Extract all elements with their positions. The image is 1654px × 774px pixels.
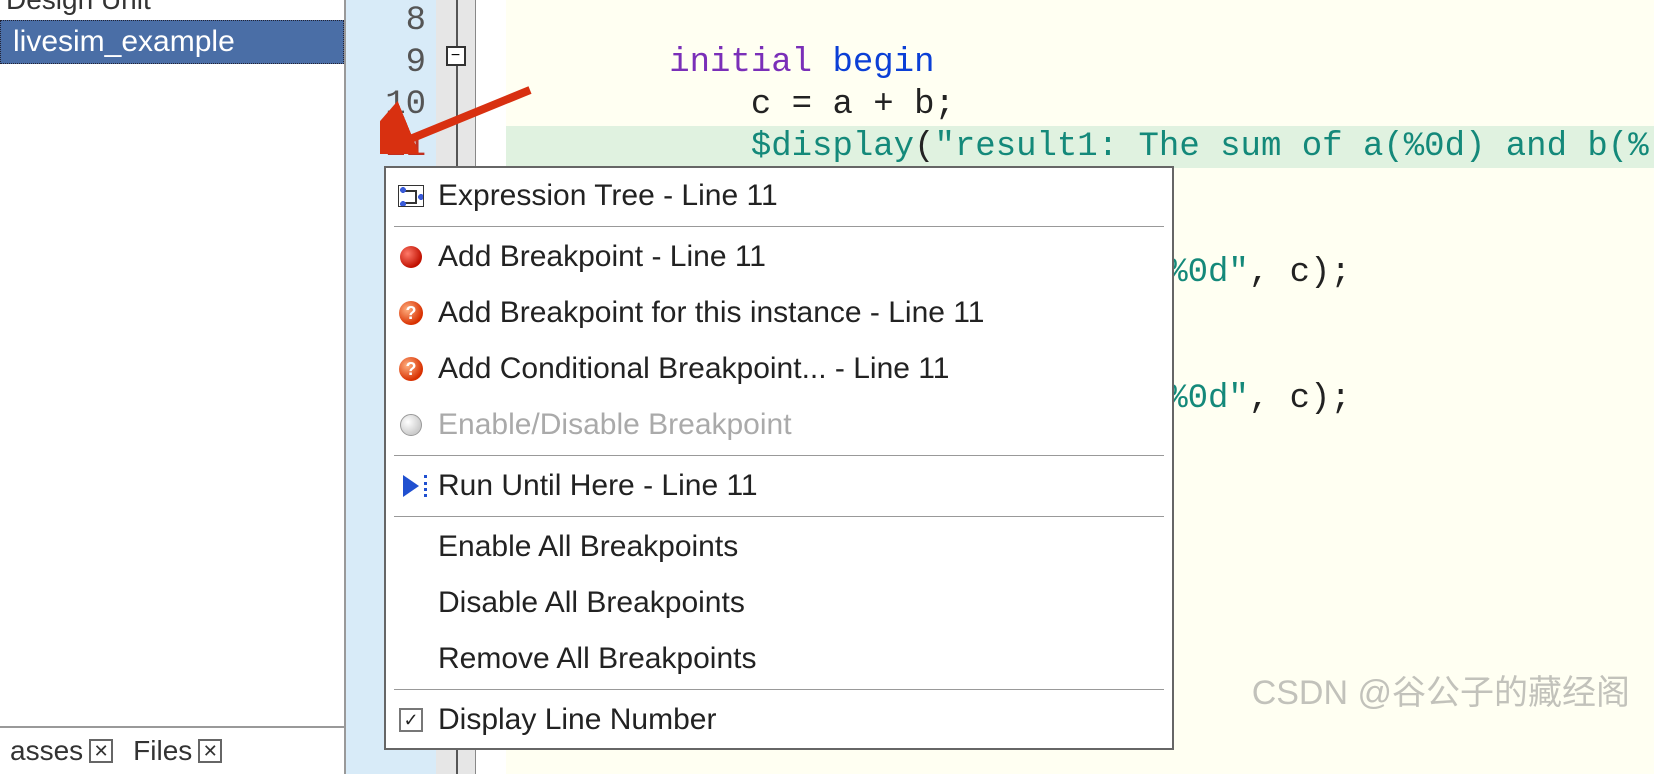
tab-classes[interactable]: asses ✕: [0, 731, 123, 771]
code-line: initial begin: [506, 42, 1654, 84]
tab-label: asses: [10, 735, 83, 767]
sidebar-header: Design Unit: [0, 0, 344, 20]
breakpoint-icon: [400, 246, 422, 268]
tab-label: Files: [133, 735, 192, 767]
menu-display-line-number[interactable]: ✓ Display Line Number: [386, 692, 1172, 748]
menu-disable-all-breakpoints[interactable]: Disable All Breakpoints: [386, 575, 1172, 631]
tab-files[interactable]: Files ✕: [123, 731, 232, 771]
menu-label: Enable All Breakpoints: [438, 530, 738, 564]
code-line: $display("result1: The sum of a(%0d) and…: [506, 126, 1654, 168]
breakpoint-disabled-icon: [400, 414, 422, 436]
fold-minus-icon[interactable]: −: [446, 46, 466, 66]
menu-label: Run Until Here - Line 11: [438, 469, 758, 503]
sidebar-tabs: asses ✕ Files ✕: [0, 726, 344, 774]
menu-add-breakpoint[interactable]: Add Breakpoint - Line 11: [386, 229, 1172, 285]
context-menu: Expression Tree - Line 11 Add Breakpoint…: [384, 166, 1174, 750]
menu-label: Add Breakpoint for this instance - Line …: [438, 296, 984, 330]
code-line: [506, 0, 1654, 42]
code-line: c = a + b;: [506, 84, 1654, 126]
question-icon: ?: [399, 301, 423, 325]
line-number[interactable]: 10: [346, 84, 426, 126]
run-icon: [403, 475, 419, 497]
sidebar-item-livesim[interactable]: livesim_example: [0, 20, 344, 64]
menu-remove-all-breakpoints[interactable]: Remove All Breakpoints: [386, 631, 1172, 687]
menu-enable-disable-breakpoint: Enable/Disable Breakpoint: [386, 397, 1172, 453]
checkbox-checked-icon: ✓: [399, 708, 423, 732]
menu-add-conditional-breakpoint[interactable]: ? Add Conditional Breakpoint... - Line 1…: [386, 341, 1172, 397]
menu-label: Display Line Number: [438, 703, 716, 737]
line-number[interactable]: 11: [346, 126, 426, 168]
menu-enable-all-breakpoints[interactable]: Enable All Breakpoints: [386, 519, 1172, 575]
menu-expression-tree[interactable]: Expression Tree - Line 11: [386, 168, 1172, 224]
sidebar: Design Unit livesim_example asses ✕ File…: [0, 0, 346, 774]
menu-label: Add Breakpoint - Line 11: [438, 240, 766, 274]
menu-label: Remove All Breakpoints: [438, 642, 757, 676]
line-number[interactable]: 9: [346, 42, 426, 84]
tree-icon: [398, 185, 424, 207]
question-icon: ?: [399, 357, 423, 381]
menu-label: Expression Tree - Line 11: [438, 179, 778, 213]
menu-label: Disable All Breakpoints: [438, 586, 745, 620]
menu-label: Enable/Disable Breakpoint: [438, 408, 792, 442]
line-number[interactable]: 8: [346, 0, 426, 42]
menu-add-breakpoint-instance[interactable]: ? Add Breakpoint for this instance - Lin…: [386, 285, 1172, 341]
close-icon[interactable]: ✕: [198, 739, 222, 763]
close-icon[interactable]: ✕: [89, 739, 113, 763]
menu-label: Add Conditional Breakpoint... - Line 11: [438, 352, 949, 386]
menu-run-until-here[interactable]: Run Until Here - Line 11: [386, 458, 1172, 514]
